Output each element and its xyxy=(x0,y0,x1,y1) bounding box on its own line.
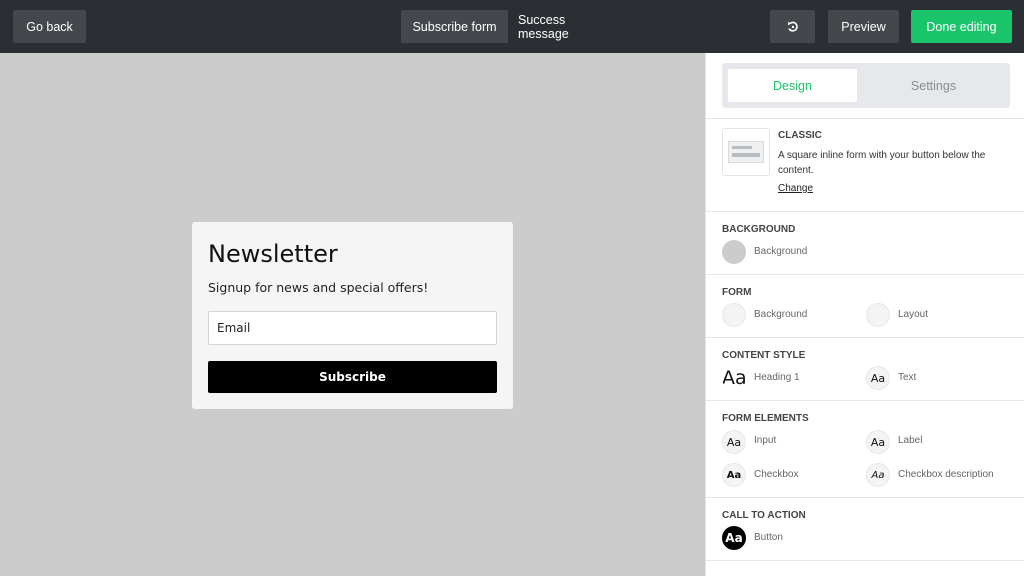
subscribe-button[interactable]: Subscribe xyxy=(208,361,497,393)
checkbox-description-font-icon[interactable]: Aa xyxy=(866,463,890,487)
template-thumbnail[interactable] xyxy=(722,128,770,176)
form-layout-swatch[interactable] xyxy=(866,303,890,327)
divider xyxy=(706,497,1024,498)
form-background-label[interactable]: Background xyxy=(754,309,807,320)
label-font-icon[interactable]: Aa xyxy=(866,430,890,454)
background-color-swatch[interactable] xyxy=(722,240,746,264)
divider xyxy=(706,118,1024,119)
checkbox-description-label[interactable]: Checkbox description xyxy=(898,469,994,480)
change-template-link[interactable]: Change xyxy=(778,183,813,194)
background-color-label[interactable]: Background xyxy=(754,246,807,257)
cta-section-title: CALL TO ACTION xyxy=(722,510,806,521)
form-elements-section-title: FORM ELEMENTS xyxy=(722,413,809,424)
heading-font-icon[interactable]: Aa xyxy=(722,366,746,390)
form-layout-label[interactable]: Layout xyxy=(898,309,928,320)
tab-subscribe-form[interactable]: Subscribe form xyxy=(401,10,508,43)
template-name: CLASSIC xyxy=(778,130,822,141)
thumbnail-line xyxy=(732,153,760,157)
undo-button[interactable] xyxy=(770,10,815,43)
label-style-label[interactable]: Label xyxy=(898,435,922,446)
input-style-label[interactable]: Input xyxy=(754,435,776,446)
preview-button[interactable]: Preview xyxy=(828,10,899,43)
form-subtitle: Signup for news and special offers! xyxy=(208,280,429,295)
form-title: Newsletter xyxy=(208,240,338,268)
design-panel: Design Settings CLASSIC A square inline … xyxy=(705,53,1024,576)
divider xyxy=(706,274,1024,275)
divider xyxy=(706,337,1024,338)
input-font-icon[interactable]: Aa xyxy=(722,430,746,454)
thumbnail-line xyxy=(732,146,752,149)
template-description: A square inline form with your button be… xyxy=(778,150,986,176)
tab-design[interactable]: Design xyxy=(728,69,857,102)
background-section-title: BACKGROUND xyxy=(722,224,796,235)
form-section-title: FORM xyxy=(722,287,752,298)
divider xyxy=(706,560,1024,561)
checkbox-style-label[interactable]: Checkbox xyxy=(754,469,798,480)
newsletter-form-card[interactable]: Newsletter Signup for news and special o… xyxy=(192,222,513,409)
divider xyxy=(706,400,1024,401)
button-font-icon[interactable]: Aa xyxy=(722,526,746,550)
heading-1-label[interactable]: Heading 1 xyxy=(754,372,800,383)
done-editing-button[interactable]: Done editing xyxy=(911,10,1012,43)
top-bar: Go back Subscribe form Success message P… xyxy=(0,0,1024,53)
content-style-section-title: CONTENT STYLE xyxy=(722,350,806,361)
panel-tabs: Design Settings xyxy=(722,63,1010,108)
template-thumbnail-preview xyxy=(728,141,764,163)
tab-success-message[interactable]: Success message xyxy=(518,10,614,43)
text-style-label[interactable]: Text xyxy=(898,372,916,383)
email-input[interactable] xyxy=(208,311,497,345)
undo-icon xyxy=(787,21,798,32)
editor-canvas: Newsletter Signup for news and special o… xyxy=(0,53,705,576)
divider xyxy=(706,211,1024,212)
button-style-label[interactable]: Button xyxy=(754,532,783,543)
form-background-swatch[interactable] xyxy=(722,303,746,327)
tab-settings[interactable]: Settings xyxy=(863,69,1004,102)
go-back-button[interactable]: Go back xyxy=(13,10,86,43)
text-font-icon[interactable]: Aa xyxy=(866,366,890,390)
checkbox-font-icon[interactable]: Aa xyxy=(722,463,746,487)
